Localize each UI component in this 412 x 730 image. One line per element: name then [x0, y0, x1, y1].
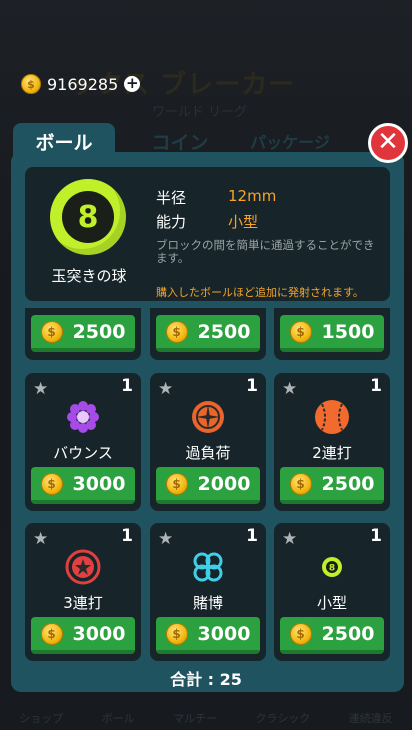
item-name: 3連打: [63, 594, 103, 612]
star-icon[interactable]: ★: [33, 379, 48, 399]
buy-button[interactable]: $2000: [156, 467, 260, 504]
nav-shop[interactable]: ショップ: [19, 710, 63, 726]
radius-label: 半径: [156, 189, 187, 207]
baseball-icon: [314, 399, 350, 435]
close-button[interactable]: ✕: [368, 123, 408, 163]
item-name: バウンス: [53, 444, 113, 462]
item-name: 賭博: [192, 594, 223, 612]
item-count: 1: [121, 526, 133, 546]
ball-card-small[interactable]: ★ 1 8 小型 $2500: [274, 523, 390, 661]
coin-icon: $: [40, 622, 63, 645]
coin-icon: $: [21, 74, 41, 94]
nav-classic[interactable]: クラシック: [256, 710, 311, 726]
coin-icon: $: [40, 320, 63, 343]
background-subtitle: ワールド リーグ: [152, 105, 248, 120]
item-count: 1: [121, 376, 133, 396]
add-coins-button[interactable]: +: [124, 76, 141, 92]
nav-ball[interactable]: ボール: [102, 710, 135, 726]
star-icon[interactable]: ★: [158, 379, 173, 399]
ability-label: 能力: [156, 213, 187, 231]
ball-card[interactable]: $2500: [25, 308, 141, 360]
coin-icon: $: [289, 622, 312, 645]
tab-coin[interactable]: コイン: [145, 123, 215, 159]
compass-icon: [190, 399, 226, 435]
item-count: 1: [246, 376, 258, 396]
buy-button[interactable]: $2500: [31, 315, 135, 352]
purchase-note: 購入したボールほど追加に発射されます。: [156, 286, 364, 299]
nav-multi[interactable]: マルチー: [173, 710, 217, 726]
eight-ball-icon: 8: [50, 179, 126, 255]
ball-card[interactable]: $1500: [274, 308, 390, 360]
item-name: 小型: [316, 594, 347, 612]
coin-balance: $ 9169285 +: [21, 74, 141, 94]
coin-icon: $: [40, 472, 63, 495]
coin-amount: 9169285: [47, 74, 119, 94]
buy-button[interactable]: $2500: [156, 315, 260, 352]
ball-card-triple[interactable]: ★ 1 3連打 $3000: [25, 523, 141, 661]
total-count: 合計 : 25: [170, 670, 242, 689]
flower-icon: [65, 399, 101, 435]
item-count: 1: [370, 526, 382, 546]
coin-icon: $: [165, 622, 188, 645]
ball-name: 玉突きの球: [51, 267, 127, 285]
radius-value: 12mm: [228, 187, 277, 205]
ball-card-bounce[interactable]: ★ 1 バウンス $3000: [25, 373, 141, 511]
buy-button[interactable]: $1500: [280, 315, 384, 352]
item-count: 1: [246, 526, 258, 546]
svg-text:8: 8: [329, 564, 335, 574]
tab-package[interactable]: パッケージ: [250, 123, 330, 159]
buy-button[interactable]: $2500: [280, 617, 384, 654]
coin-icon: $: [165, 472, 188, 495]
item-name: 過負荷: [185, 444, 231, 462]
coin-icon: $: [289, 472, 312, 495]
ball-info-card: 8 玉突きの球 半径 12mm 能力 小型 ブロックの間を簡単に通過することがで…: [25, 167, 390, 301]
buy-button[interactable]: $3000: [31, 467, 135, 504]
star-icon[interactable]: ★: [33, 529, 48, 549]
nav-streak[interactable]: 連続違反: [349, 710, 393, 726]
ball-card[interactable]: $2500: [150, 308, 266, 360]
ball-card-overload[interactable]: ★ 1 過負荷 $2000: [150, 373, 266, 511]
coin-icon: $: [165, 320, 188, 343]
star-ring-icon: [65, 549, 101, 585]
buy-button[interactable]: $3000: [156, 617, 260, 654]
star-icon[interactable]: ★: [282, 529, 297, 549]
clover-icon: [190, 549, 226, 585]
item-name: 2連打: [312, 444, 352, 462]
ball-card-gamble[interactable]: ★ 1 賭博 $3000: [150, 523, 266, 661]
star-icon[interactable]: ★: [158, 529, 173, 549]
bottom-nav: ショップ ボール マルチー クラシック 連続違反: [0, 700, 412, 730]
tab-ball[interactable]: ボール: [13, 123, 115, 159]
coin-icon: $: [289, 320, 312, 343]
ability-value: 小型: [228, 213, 259, 231]
ball-card-double[interactable]: ★ 1 2連打 $2500: [274, 373, 390, 511]
small-8ball-icon: 8: [314, 549, 350, 585]
buy-button[interactable]: $3000: [31, 617, 135, 654]
ball-description: ブロックの間を簡単に通過することができます。: [156, 238, 375, 265]
star-icon[interactable]: ★: [282, 379, 297, 399]
item-count: 1: [370, 376, 382, 396]
buy-button[interactable]: $2500: [280, 467, 384, 504]
